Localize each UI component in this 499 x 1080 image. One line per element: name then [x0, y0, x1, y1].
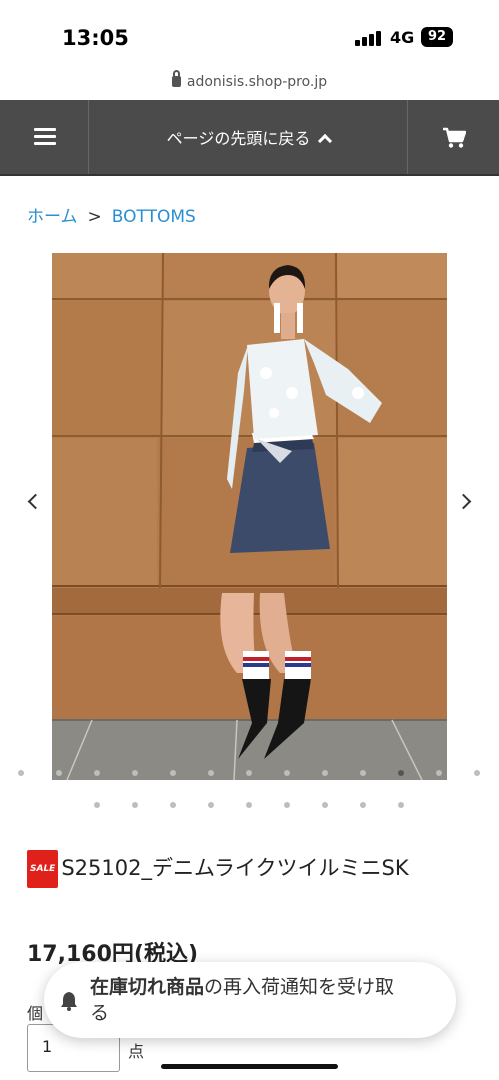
carousel-dot[interactable] [360, 802, 366, 808]
carousel-dots [0, 770, 499, 778]
carousel-dot[interactable] [94, 770, 100, 776]
menu-button[interactable] [0, 100, 89, 174]
carousel-dot[interactable] [94, 802, 100, 808]
back-to-top-button[interactable]: ページの先頭に戻る [90, 100, 408, 174]
carousel-dot[interactable] [246, 802, 252, 808]
cart-button[interactable] [409, 100, 499, 174]
carousel-dot-active[interactable] [398, 770, 404, 776]
restock-notify-button[interactable]: 在庫切れ商品の再入荷通知を受け取る [44, 962, 456, 1038]
product-name: S25102_デニムライクツイルミニSK [61, 856, 409, 880]
sale-badge: SALE [27, 850, 59, 888]
product-photo[interactable] [52, 253, 447, 780]
carousel-dot[interactable] [170, 770, 176, 776]
carousel-dot[interactable] [56, 770, 62, 776]
quantity-unit: 点 [128, 1042, 145, 1061]
carousel-dot[interactable] [322, 770, 328, 776]
cart-icon [443, 127, 466, 148]
network-type: 4G [390, 28, 415, 47]
url-bar[interactable]: adonisis.shop-pro.jp [0, 70, 499, 98]
carousel-dots-secondary [0, 802, 499, 810]
signal-icon [355, 30, 383, 46]
breadcrumb-category-link[interactable]: BOTTOMS [112, 207, 196, 227]
breadcrumb-home-link[interactable]: ホーム [27, 207, 78, 227]
carousel-dot[interactable] [132, 802, 138, 808]
product-title: SALE S25102_デニムライクツイルミニSK [27, 850, 467, 888]
status-time: 13:05 [62, 26, 129, 50]
breadcrumb: ホーム > BOTTOMS [27, 202, 196, 227]
carousel-dot[interactable] [246, 770, 252, 776]
carousel-dot[interactable] [208, 802, 214, 808]
breadcrumb-separator: > [87, 207, 102, 227]
carousel-dot[interactable] [398, 802, 404, 808]
site-navbar: ページの先頭に戻る [0, 100, 499, 176]
back-to-top-label: ページの先頭に戻る [166, 129, 311, 148]
carousel-dot[interactable] [208, 770, 214, 776]
carousel-dot[interactable] [474, 770, 480, 776]
restock-notify-bold: 在庫切れ商品 [90, 976, 205, 998]
carousel-dot[interactable] [436, 770, 442, 776]
carousel-dot[interactable] [18, 770, 24, 776]
carousel-dot[interactable] [284, 802, 290, 808]
home-indicator[interactable] [161, 1064, 338, 1069]
carousel-dot[interactable] [284, 770, 290, 776]
bell-icon [61, 992, 77, 1011]
restock-notify-text: 在庫切れ商品の再入荷通知を受け取る [90, 974, 410, 1026]
battery-icon: 92 [421, 27, 453, 47]
chevron-right-icon[interactable] [455, 493, 472, 510]
carousel-dot[interactable] [322, 802, 328, 808]
product-photo-illustration [52, 253, 447, 780]
carousel-dot[interactable] [132, 770, 138, 776]
chevron-left-icon[interactable] [27, 493, 44, 510]
chevron-up-icon [318, 133, 333, 149]
url-text: adonisis.shop-pro.jp [186, 74, 328, 90]
hamburger-icon [34, 128, 56, 146]
quantity-label: 個 [27, 1004, 44, 1023]
lock-icon [171, 70, 181, 87]
carousel-dot[interactable] [360, 770, 366, 776]
carousel-dot[interactable] [170, 802, 176, 808]
status-bar: 13:05 4G 92 [0, 0, 499, 72]
